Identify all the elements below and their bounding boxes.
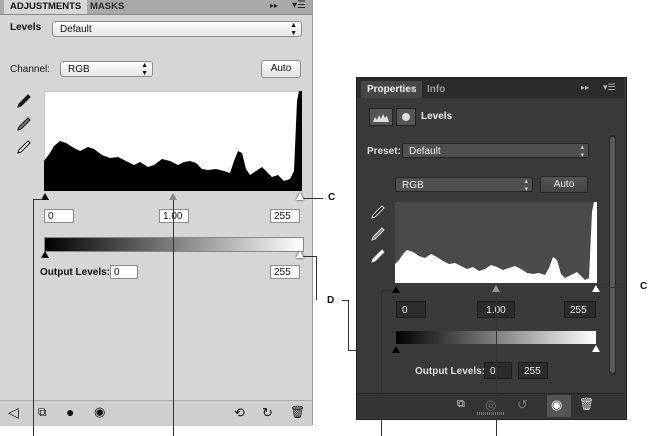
trash-icon[interactable]: 🗑 [579, 397, 594, 411]
eye-icon[interactable]: ◉ [551, 397, 562, 413]
preset-label: Preset: [367, 146, 401, 157]
output-black-field[interactable]: 0 [110, 265, 138, 279]
input-white-field[interactable]: 255 [270, 209, 300, 223]
input-black-field[interactable]: 0 [396, 301, 426, 318]
previous-state-icon[interactable]: ◎ [485, 397, 496, 413]
eye-icon[interactable]: ◉ [94, 404, 105, 420]
collapse-panel-icon[interactable]: ▸▸ [270, 1, 278, 10]
adjustments-tab-bar: ADJUSTMENTS MASKS ▸▸ ▾☰ [0, 0, 312, 15]
leader-line-gamma [173, 200, 174, 436]
previous-state-icon[interactable]: ⟲ [234, 405, 245, 421]
mask-icon[interactable]: ● [66, 404, 74, 420]
panel-title: Levels [421, 111, 453, 122]
eyedropper-gray-icon[interactable] [17, 117, 31, 131]
input-black-slider[interactable] [392, 286, 400, 293]
preset-value: Default [60, 24, 92, 35]
callout-d: D [327, 295, 335, 306]
input-black-slider[interactable] [41, 193, 49, 200]
callout-c-right: C [640, 281, 648, 292]
reset-icon[interactable]: ↺ [517, 397, 528, 413]
panel-menu-icon[interactable]: ▾☰ [603, 82, 616, 93]
scrollbar-thumb[interactable] [610, 137, 615, 373]
adjustments-footer: ◁ ⧉ ● ◉ ⟲ ↻ 🗑 [0, 400, 312, 426]
auto-button[interactable]: Auto [261, 60, 301, 78]
tab-properties[interactable]: Properties [361, 81, 423, 98]
callout-c-right-line [597, 287, 625, 288]
channel-select[interactable]: RGB ▴ ▾ [395, 177, 533, 193]
panel-title: Levels [10, 22, 42, 33]
leader-line-black [381, 290, 382, 436]
tab-masks[interactable]: MASKS [84, 0, 130, 14]
input-gamma-slider[interactable] [492, 285, 500, 292]
mask-icon[interactable] [396, 108, 416, 126]
leader-line-black [33, 199, 34, 436]
clip-to-layer-icon[interactable]: ⧉ [38, 405, 47, 420]
resize-grip[interactable] [477, 412, 505, 415]
callout-d-line-down [348, 300, 349, 350]
output-white-field[interactable]: 255 [270, 265, 300, 279]
channel-select[interactable]: RGB ▲ ▼ [60, 61, 153, 77]
back-arrow-icon[interactable]: ◁ [8, 404, 19, 421]
tab-adjustments[interactable]: ADJUSTMENTS [4, 0, 88, 14]
clip-to-layer-icon[interactable]: ⧉ [457, 398, 465, 411]
callout-c-left: C [328, 192, 336, 203]
updown-icon: ▲ ▼ [141, 62, 148, 77]
eyedropper-group [371, 205, 385, 263]
input-black-field[interactable]: 0 [44, 209, 74, 223]
updown-icon: ▴ ▾ [524, 178, 528, 193]
trash-icon[interactable]: 🗑 [290, 405, 305, 419]
tab-info[interactable]: Info [421, 81, 451, 98]
panel-menu-icon[interactable]: ▾☰ [292, 0, 306, 11]
channel-value: RGB [402, 180, 424, 191]
histogram [44, 91, 302, 191]
callout-d-line-vert [316, 256, 317, 300]
output-black-slider[interactable] [392, 346, 400, 353]
output-levels-label: Output Levels: [415, 366, 486, 377]
output-levels-label: Output Levels: [40, 267, 111, 278]
input-white-field[interactable]: 255 [564, 301, 596, 318]
eyedropper-group [17, 94, 31, 154]
updown-icon: ▲ ▼ [290, 22, 297, 37]
preset-value: Default [409, 146, 441, 157]
preset-select[interactable]: Default ▴ ▾ [402, 143, 589, 159]
eyedropper-black-icon[interactable] [371, 205, 385, 219]
leader-line-black-h [381, 290, 393, 291]
channel-value: RGB [68, 64, 90, 75]
eyedropper-gray-icon[interactable] [371, 227, 385, 241]
callout-c-left-line [303, 198, 323, 199]
eyedropper-black-icon[interactable] [17, 94, 31, 108]
output-black-field[interactable]: 0 [484, 362, 512, 379]
eyedropper-white-icon[interactable] [17, 140, 31, 154]
output-white-field[interactable]: 255 [518, 362, 548, 379]
properties-footer: ⧉ ◎ ↺ ◉ 🗑 [357, 393, 624, 418]
output-white-slider[interactable] [592, 345, 600, 352]
scrollbar-track[interactable] [609, 135, 616, 375]
channel-label: Channel: [10, 64, 51, 75]
preset-select[interactable]: Default ▲ ▼ [52, 21, 302, 37]
leader-line-black-h [33, 199, 42, 200]
input-gamma-slider[interactable] [169, 193, 177, 200]
output-gradient-bar [44, 237, 304, 252]
histogram [395, 202, 597, 283]
histogram-icon [369, 108, 393, 126]
eyedropper-white-icon[interactable] [371, 249, 385, 263]
callout-d-line-top [303, 256, 316, 257]
leader-line-gamma [496, 292, 497, 436]
input-gamma-field[interactable]: 1.00 [159, 209, 189, 223]
auto-button[interactable]: Auto [540, 176, 588, 193]
properties-tab-bar: Properties Info ▸▸ ▾☰ [357, 78, 624, 98]
reset-icon[interactable]: ↻ [262, 405, 273, 421]
collapse-panel-icon[interactable]: ▸▸ [581, 83, 589, 92]
output-black-slider[interactable] [41, 251, 49, 258]
updown-icon: ▴ ▾ [580, 144, 584, 159]
